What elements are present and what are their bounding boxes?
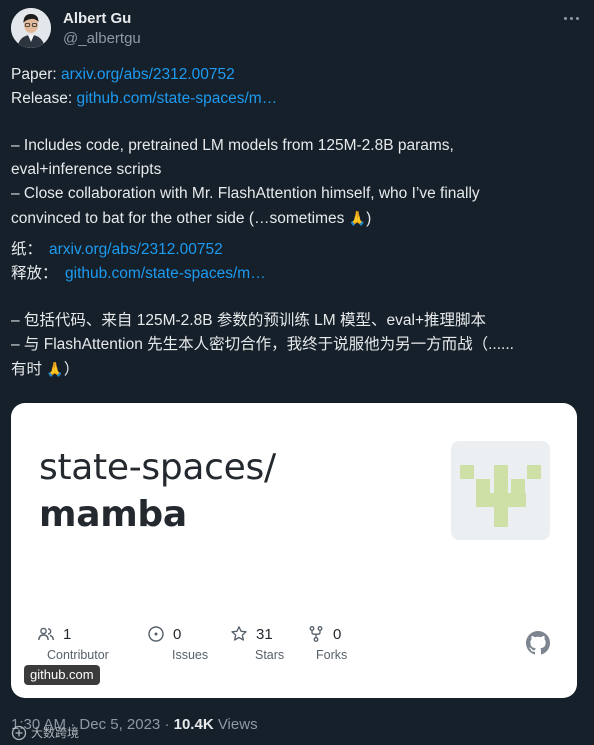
paper-link[interactable]: arxiv.org/abs/2312.00752	[61, 66, 235, 83]
views-label: Views	[213, 716, 258, 733]
stat-contributors: 1 Contributor	[37, 624, 109, 662]
footer-sep: ·	[160, 716, 174, 733]
bullet2-line2: convinced to bat for the other side (…so…	[11, 206, 571, 230]
repo-identicon	[460, 465, 541, 527]
stat-contributors-label: Contributor	[47, 648, 109, 662]
repo-owner: state-spaces/	[39, 447, 276, 488]
stat-forks: 0 Forks	[307, 624, 347, 662]
more-icon[interactable]	[559, 8, 583, 28]
views-count: 10.4K	[173, 716, 214, 733]
bullet2-line2-end: )	[366, 210, 372, 227]
bullet1-line2: eval+inference scripts	[11, 161, 162, 178]
cn-release-link[interactable]: github.com/state-spaces/m…	[65, 265, 266, 282]
cn-paper-link[interactable]: arxiv.org/abs/2312.00752	[49, 241, 223, 258]
cn-paper-line: 纸： arxiv.org/abs/2312.00752	[11, 238, 571, 262]
cn-release-label: 释放：	[11, 265, 58, 282]
pray-emoji-icon: 🙏	[46, 361, 64, 377]
stat-stars: 31 Stars	[230, 624, 284, 662]
bullet1-line1: – Includes code, pretrained LM models fr…	[11, 137, 454, 154]
bullet2-line1: – Close collaboration with Mr. FlashAtte…	[11, 185, 480, 202]
paper-label: Paper:	[11, 66, 61, 83]
stat-issues-value: 0	[173, 625, 182, 643]
stat-issues: 0 Issues	[147, 624, 208, 662]
stat-stars-value: 31	[256, 625, 273, 643]
author-name[interactable]: Albert Gu	[63, 10, 131, 27]
watermark-logo-icon	[11, 725, 27, 740]
repo-name: mamba	[39, 494, 187, 535]
cn-release-line: 释放： github.com/state-spaces/m…	[11, 262, 571, 286]
release-line: Release: github.com/state-spaces/m…	[11, 87, 571, 111]
tweet-header: Albert Gu @_albertgu	[11, 8, 583, 50]
paper-line: Paper: arxiv.org/abs/2312.00752	[11, 63, 571, 87]
author-handle[interactable]: @_albertgu	[63, 30, 141, 47]
tweet-date[interactable]: Dec 5, 2023	[79, 716, 160, 733]
card-domain-badge: github.com	[24, 665, 100, 685]
release-label: Release:	[11, 90, 77, 107]
release-link[interactable]: github.com/state-spaces/m…	[76, 90, 277, 107]
fork-icon	[309, 626, 323, 642]
stat-stars-label: Stars	[255, 648, 285, 662]
repo-logo-icon	[451, 441, 550, 540]
watermark: 大数跨境	[11, 724, 79, 741]
cn-bullet2-line2: 有时 🙏）	[11, 357, 571, 381]
people-icon	[38, 627, 54, 641]
link-preview-card[interactable]: state-spaces/ mamba 1 Contributor 0 Issu…	[11, 403, 577, 698]
cn-paper-label: 纸：	[11, 241, 43, 258]
watermark-text: 大数跨境	[31, 726, 80, 740]
cn-bullet1: – 包括代码、来自 125M-2.8B 参数的预训练 LM 模型、eval+推理…	[11, 312, 486, 329]
github-logo-icon	[526, 631, 550, 655]
tweet-text: Paper: arxiv.org/abs/2312.00752 Release:…	[11, 63, 571, 381]
star-icon	[231, 626, 247, 641]
avatar[interactable]	[11, 8, 51, 48]
pray-emoji-icon: 🙏	[348, 210, 367, 226]
issue-icon	[148, 626, 164, 642]
stat-contributors-value: 1	[63, 625, 72, 643]
repo-stats: 1 Contributor 0 Issues 31 Stars 0 Forks	[37, 624, 437, 668]
bullet2-line2-text: convinced to bat for the other side (…so…	[11, 210, 349, 227]
stat-forks-value: 0	[333, 625, 342, 643]
stat-forks-label: Forks	[316, 648, 348, 662]
cn-bullet2-line2-end: ）	[63, 361, 80, 378]
stat-issues-label: Issues	[172, 648, 209, 662]
cn-bullet2-line2-text: 有时	[11, 361, 47, 378]
cn-bullet2-line1: – 与 FlashAttention 先生本人密切合作，我终于说服他为另一方而战…	[11, 336, 514, 353]
tweet: Albert Gu @_albertgu Paper: arxiv.org/ab…	[0, 0, 594, 745]
